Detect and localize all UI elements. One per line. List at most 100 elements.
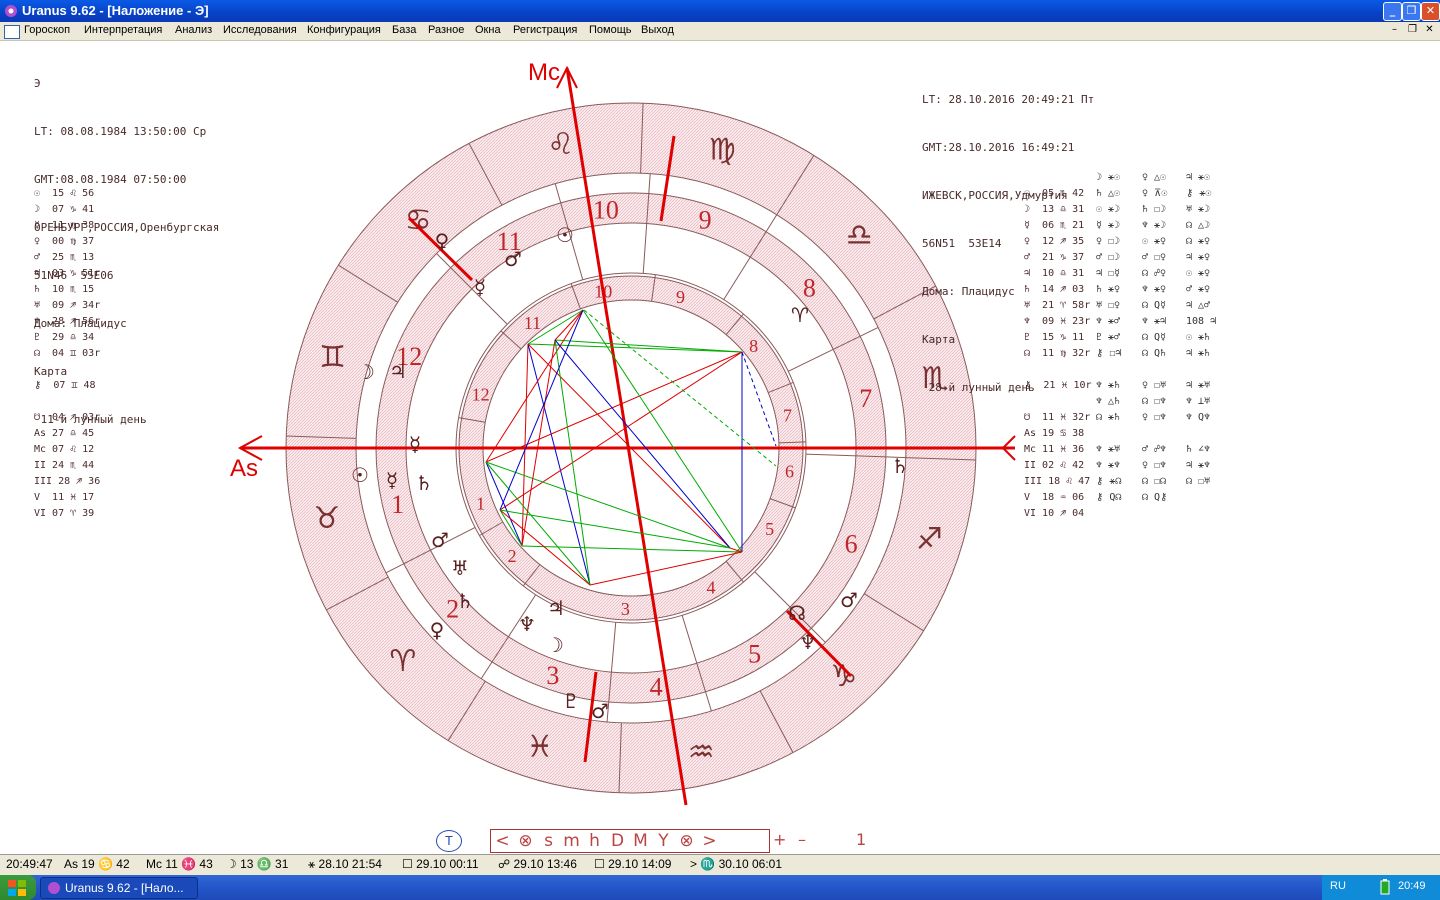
- inner-house-number: 4: [707, 578, 716, 598]
- menu-analysis[interactable]: Анализ: [175, 24, 212, 36]
- nav-step-button[interactable]: D: [606, 830, 629, 852]
- aspect-entry: ♆ Q♆: [1186, 412, 1211, 423]
- inner-house-number: 5: [765, 519, 774, 539]
- aspect-entry: ♃ ⚹♅: [1186, 380, 1211, 391]
- system-tray: RU 20:49: [1322, 875, 1440, 900]
- nav-step-button[interactable]: <: [491, 830, 514, 852]
- status-time: 20:49:47: [6, 857, 53, 871]
- nav-step-button[interactable]: m: [560, 830, 583, 852]
- language-indicator[interactable]: RU: [1330, 880, 1346, 892]
- menu-research[interactable]: Исследования: [223, 24, 297, 36]
- mdi-close-button[interactable]: ✕: [1423, 23, 1436, 36]
- aspect-entry: ♂ ☐☽: [1096, 252, 1121, 263]
- status-event-2: ☐ 29.10 00:11: [402, 857, 479, 871]
- planet-position-row: ⚷ 07 ♊ 48: [34, 380, 96, 391]
- left-planet-list: ☉ 15 ♌ 56 ☽ 07 ♑ 41 ☿ 11 ♍ 38 ♀ 00 ♍ 37 ♂ 25…: [34, 186, 100, 522]
- app-icon: [5, 5, 17, 17]
- aspect-entry: ♀ ⊼☉: [1142, 188, 1168, 199]
- aspect-entry: ☉ ⚹♀: [1186, 268, 1211, 279]
- app-icon: [48, 882, 60, 894]
- outer-house-number: 6: [845, 530, 858, 559]
- nav-step-button[interactable]: s: [537, 830, 560, 852]
- menu-registration[interactable]: Регистрация: [513, 24, 577, 36]
- planet-position-row: Mc 11 ♓ 36: [1024, 444, 1085, 455]
- aspect-entry: ♆ ⊥♅: [1186, 396, 1211, 407]
- planet-glyph: ♅: [451, 556, 469, 580]
- planet-position-row: As 27 ♎ 45: [34, 428, 95, 439]
- aspect-entry: ♀ ☐♅: [1142, 380, 1167, 391]
- minimize-button[interactable]: _: [1383, 2, 1402, 21]
- menu-windows[interactable]: Окна: [475, 24, 501, 36]
- close-button[interactable]: ✕: [1421, 2, 1440, 21]
- planet-glyph: ☉: [351, 463, 369, 487]
- menu-horoscope[interactable]: Гороскоп: [24, 24, 70, 36]
- planet-glyph: ☽: [357, 360, 375, 384]
- nav-step-button[interactable]: h: [583, 830, 606, 852]
- aspect-entry: ☉ ⚹☽: [1096, 204, 1121, 215]
- planet-position-row: ♇ 29 ♎ 34: [34, 332, 95, 343]
- planet-position-row: ♄ 14 ♐ 03: [1024, 284, 1085, 295]
- planet-position-row: ☿ 11 ♍ 38: [34, 220, 95, 231]
- mdi-restore-button[interactable]: ❐: [1406, 23, 1419, 36]
- planet-position-row: Mc 07 ♌ 12: [34, 444, 95, 455]
- aspect-entry: [1186, 490, 1216, 506]
- aspect-entry: ♄ ∠♆: [1186, 444, 1211, 455]
- planet-position-row: ♃ 10 ♎ 31: [1024, 268, 1085, 279]
- plus-button[interactable]: +: [773, 830, 786, 849]
- doc-icon[interactable]: [4, 25, 20, 39]
- zodiac-sign-glyph: ♎: [846, 218, 873, 253]
- inner-house-number: 1: [476, 494, 485, 514]
- menu-base[interactable]: База: [392, 24, 416, 36]
- aspect-entry: ♆ ⚹♅: [1096, 444, 1121, 455]
- zodiac-sign-glyph: ♊: [319, 340, 346, 375]
- nav-step-button[interactable]: M: [629, 830, 652, 852]
- planet-position-row: ♂ 21 ♑ 37: [1024, 252, 1085, 263]
- planet-glyph: ☿: [386, 468, 398, 492]
- aspect-entry: ♆ ⚹♃: [1142, 316, 1167, 327]
- planet-position-row: II 24 ♏ 44: [34, 460, 95, 471]
- nav-step-button[interactable]: Y: [652, 830, 675, 852]
- aspect-entry: ☊ ⚹♄: [1096, 412, 1121, 423]
- transit-toggle-button[interactable]: T: [436, 830, 462, 852]
- aspect-entry: ♂ ⚹♀: [1186, 284, 1211, 295]
- taskbar-task-uranus[interactable]: Uranus 9.62 - [Нало...: [40, 877, 198, 899]
- aspect-entry: ♀ ☐♆: [1142, 412, 1167, 423]
- nav-step-button[interactable]: >: [698, 830, 721, 852]
- aspect-entry: ☊ ☐☊: [1142, 476, 1167, 487]
- nav-step-button[interactable]: ⊗: [675, 830, 698, 852]
- mdi-minimize-button[interactable]: –: [1388, 23, 1401, 36]
- menu-interpretation[interactable]: Интерпретация: [84, 24, 162, 36]
- outer-house-number: 1: [391, 490, 404, 519]
- nav-step-button[interactable]: ⊗: [514, 830, 537, 852]
- inner-house-number: 9: [676, 287, 685, 307]
- planet-glyph: ☿: [474, 275, 486, 299]
- aspect-entry: ♃ △♂: [1186, 300, 1211, 311]
- aspect-entry: [1096, 362, 1121, 378]
- planet-glyph: ♂: [840, 588, 858, 612]
- mc-label: Mc: [528, 59, 560, 86]
- outer-house-number: 7: [859, 384, 872, 413]
- aspect-column: ♀ △☉ ♀ ⊼☉ ♄ ☐☽ ♆ ⚹☽ ☉ ⚹♀ ♂ ☐♀ ☊ ☍♀ ♆ ⚹♀ ☊ Q☿ ♆ ⚹♃…: [1142, 170, 1167, 506]
- aspect-entry: ♆ ⚹♄: [1096, 380, 1121, 391]
- outer-house-number: 9: [699, 206, 712, 235]
- planet-glyph: ♄: [891, 454, 909, 478]
- maximize-button[interactable]: ❐: [1402, 2, 1421, 21]
- menu-help[interactable]: Помощь: [589, 24, 632, 36]
- planet-position-row: ☉ 05 ♏ 42: [1024, 188, 1085, 199]
- planet-glyph: ☉: [556, 223, 574, 247]
- minus-button[interactable]: –: [798, 830, 806, 849]
- menu-misc[interactable]: Разное: [428, 24, 464, 36]
- planet-position-row: [34, 394, 100, 410]
- battery-icon[interactable]: [1380, 879, 1390, 895]
- aspect-entry: ♃ ⚹♆: [1186, 460, 1211, 471]
- planet-position-row: ♇ 15 ♑ 11: [1024, 332, 1085, 343]
- menu-exit[interactable]: Выход: [641, 24, 674, 36]
- aspect-entry: ⚷ ⚹☉: [1186, 188, 1212, 199]
- start-button[interactable]: [0, 875, 36, 900]
- zodiac-sign-glyph: ♋: [405, 203, 432, 238]
- status-mc: Mc 11 ♓ 43: [146, 857, 213, 871]
- menu-configuration[interactable]: Конфигурация: [307, 24, 381, 36]
- inner-house-number: 8: [749, 336, 758, 356]
- zodiac-sign-glyph: ♌: [547, 127, 574, 162]
- status-event-5: > ♏ 30.10 06:01: [690, 857, 783, 871]
